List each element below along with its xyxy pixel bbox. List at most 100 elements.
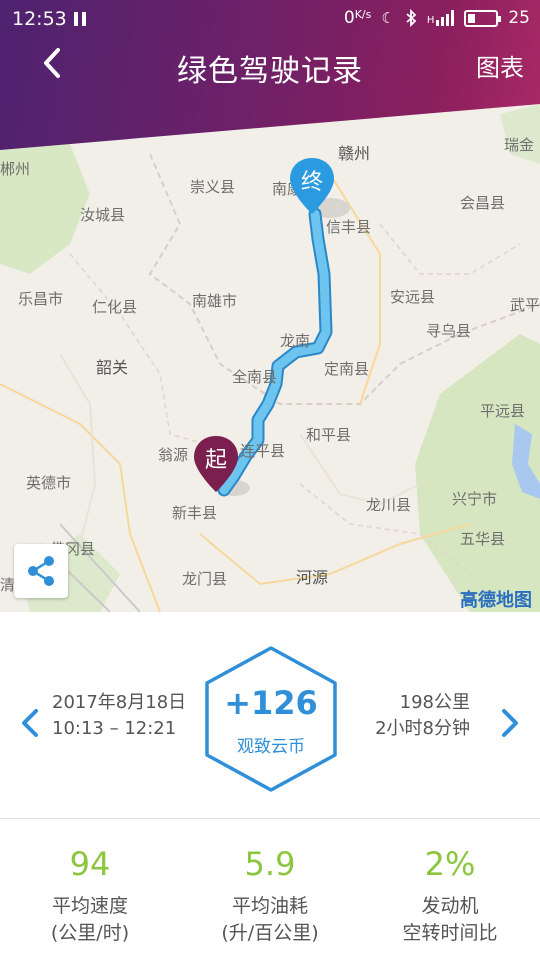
map-label: 汝城县: [80, 206, 126, 224]
trip-distance-duration: 198公里 2小时8分钟: [375, 690, 470, 742]
start-pin[interactable]: 起: [192, 434, 240, 494]
trip-duration: 2小时8分钟: [375, 718, 470, 739]
share-icon: [28, 556, 54, 586]
map-label: 五华县: [460, 530, 506, 548]
map-boundary: [379, 223, 521, 275]
map-road: [59, 523, 141, 612]
map-label: 南雄市: [192, 292, 238, 310]
map-label: 瑞金: [504, 136, 535, 154]
map-label: 南康: [272, 180, 303, 198]
map-label: 崇义县: [190, 178, 236, 196]
stat-value: 94: [69, 845, 111, 883]
map-label: 信丰县: [326, 218, 372, 236]
trip-date: 2017年8月18日: [52, 692, 187, 713]
app-header: 12:53 0K/s ☾ H 25 绿色驾驶记录 图表: [0, 0, 540, 150]
map-label: 连平县: [240, 442, 286, 460]
trip-summary: 2017年8月18日 10:13 – 12:21 +126 观致云币 198公里…: [0, 612, 540, 818]
status-time: 12:53: [12, 8, 67, 30]
map-green-area: [500, 104, 540, 164]
map-label: 龙南: [280, 332, 311, 350]
start-pin-label: 起: [204, 448, 227, 473]
stat-label-line: 平均速度: [51, 895, 128, 917]
stat-label: 平均油耗 (升/百公里): [180, 893, 360, 947]
status-bar: 12:53 0K/s ☾ H 25: [0, 0, 540, 40]
route-line-outline: [217, 207, 333, 497]
driving-stats: 94 平均速度 (公里/时) 5.9 平均油耗 (升/百公里) 2% 发动机 空…: [0, 819, 540, 960]
share-button[interactable]: [14, 544, 68, 598]
map-label: 英德市: [26, 474, 72, 492]
network-speed-value: 0: [343, 8, 355, 28]
map-city-area: [310, 198, 350, 218]
map-label: 韶关: [96, 358, 129, 377]
map-boundary: [148, 153, 540, 405]
map-road: [299, 433, 421, 506]
map-label: 仁化县: [92, 298, 138, 316]
map-label: 龙川县: [366, 496, 412, 514]
moon-icon: ☾: [381, 9, 395, 27]
map-label: 寻乌县: [426, 322, 472, 340]
map-pin-icon: [194, 436, 238, 492]
stat-avg-fuel: 5.9 平均油耗 (升/百公里): [180, 819, 360, 960]
stat-avg-speed: 94 平均速度 (公里/时): [0, 819, 180, 960]
map-road: [199, 523, 471, 586]
page-title: 绿色驾驶记录: [177, 54, 363, 89]
trip-datetime: 2017年8月18日 10:13 – 12:21: [52, 690, 186, 742]
map-label: 郴州: [0, 160, 31, 178]
stat-value: 5.9: [244, 845, 296, 883]
chart-button[interactable]: 图表: [476, 48, 524, 83]
trip-time-range: 10:13 – 12:21: [52, 718, 177, 739]
map-boundary: [299, 483, 471, 575]
route-map[interactable]: 赣州 瑞金 郴州 崇义县 南康 会昌县 汝城县 信丰县 乐昌市 仁化县 南雄市 …: [0, 104, 540, 612]
next-trip-button[interactable]: [496, 708, 522, 738]
stat-label-line: 平均油耗: [231, 895, 308, 917]
stat-value: 2%: [424, 845, 476, 883]
map-label: 翁源: [158, 446, 189, 464]
map-brand-logo: 高德地图: [460, 590, 532, 611]
network-speed: 0K/s: [344, 8, 371, 28]
coin-label: 观致云币: [237, 737, 305, 757]
map-label: 河源: [296, 568, 329, 587]
map-pin-icon: [290, 158, 334, 214]
map-label: 兴宁市: [452, 490, 498, 508]
map-label: 定南县: [324, 360, 370, 378]
map-canvas: [0, 104, 540, 612]
end-pin[interactable]: 终: [288, 156, 336, 216]
signal-icon: H: [427, 10, 455, 26]
stat-label-line: 发动机: [421, 895, 479, 917]
chevron-right-icon: [502, 709, 518, 737]
stat-label-unit: (升/百公里): [221, 922, 319, 944]
map-label: 赣州: [338, 144, 371, 163]
map-label: 清: [0, 576, 16, 594]
network-speed-unit: K/s: [354, 8, 372, 21]
map-label: 全南县: [232, 368, 278, 386]
stat-label: 发动机 空转时间比: [360, 893, 540, 947]
map-label: 会昌县: [460, 194, 506, 212]
map-label: 安远县: [390, 288, 436, 306]
route-line: [219, 209, 331, 495]
map-label: 平远县: [480, 402, 526, 420]
trip-distance: 198公里: [399, 692, 470, 713]
status-icons: 0K/s ☾ H 25: [344, 8, 530, 28]
map-label: 武平: [510, 296, 540, 314]
prev-trip-button[interactable]: [18, 708, 44, 738]
map-road: [59, 353, 97, 545]
map-lake: [512, 424, 540, 499]
map-road: [329, 173, 381, 405]
bluetooth-icon: [406, 9, 417, 27]
chevron-left-icon: [22, 709, 38, 737]
pause-icon: [74, 12, 86, 26]
stat-label-unit: 空转时间比: [402, 922, 498, 944]
map-green-area: [0, 144, 90, 274]
map-label: 龙门县: [182, 570, 228, 588]
coin-value: +126: [224, 684, 318, 722]
map-green-area: [415, 334, 540, 612]
network-type: H: [426, 15, 435, 26]
map-label: 和平县: [306, 426, 352, 444]
map-city-area: [218, 480, 250, 496]
battery-level: 25: [508, 8, 530, 28]
map-label: 新丰县: [172, 504, 218, 522]
end-pin-label: 终: [300, 170, 323, 195]
battery-icon: [464, 9, 502, 27]
stat-label-unit: (公里/时): [50, 922, 130, 944]
map-label: 乐昌市: [18, 290, 64, 308]
